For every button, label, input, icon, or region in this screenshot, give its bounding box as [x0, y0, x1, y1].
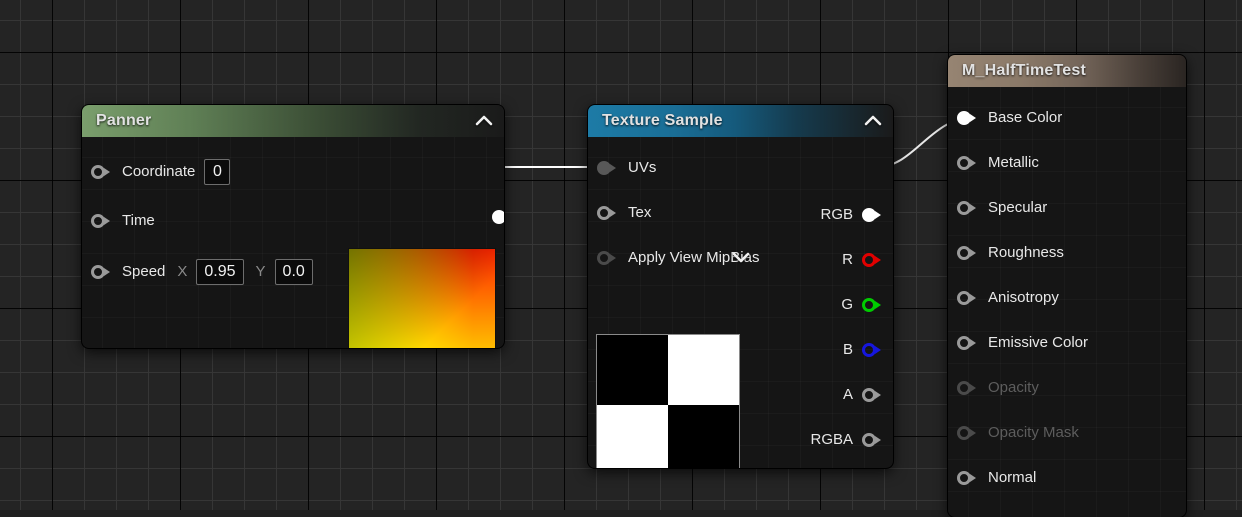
chevron-down-icon[interactable]	[731, 247, 751, 267]
pin-g[interactable]	[862, 297, 884, 313]
matout-input-specular[interactable]: Specular	[948, 193, 1186, 222]
pin-time[interactable]	[91, 213, 113, 229]
chevron-up-icon[interactable]	[863, 111, 883, 131]
speed-y-value-field[interactable]: 0.0	[274, 258, 313, 285]
matout-input-opacity-mask: Opacity Mask	[948, 418, 1186, 447]
pin-anisotropy[interactable]	[957, 290, 979, 306]
texsample-output-g[interactable]: G	[841, 290, 884, 319]
pin-roughness[interactable]	[957, 245, 979, 261]
label-tex: Tex	[628, 204, 652, 221]
texture-sample-expander[interactable]	[588, 246, 893, 268]
label-emissive-color: Emissive Color	[988, 334, 1089, 351]
pin-rgba[interactable]	[862, 432, 884, 448]
texsample-output-a[interactable]: A	[843, 380, 884, 409]
matout-input-opacity: Opacity	[948, 373, 1186, 402]
label-time: Time	[122, 212, 155, 229]
pin-opacity-mask	[957, 425, 979, 441]
label-base-color: Base Color	[988, 109, 1063, 126]
speed-x-axis-label: X	[177, 263, 188, 280]
panner-input-time[interactable]: Time	[82, 206, 504, 235]
pin-rgb[interactable]	[862, 207, 884, 223]
label-speed: Speed	[122, 263, 166, 280]
texsample-output-b[interactable]: B	[843, 335, 884, 364]
label-a: A	[842, 386, 853, 403]
label-normal: Normal	[988, 469, 1037, 486]
texture-sample-title: Texture Sample	[602, 112, 723, 129]
label-coordinate: Coordinate	[122, 163, 196, 180]
speed-y-axis-label: Y	[255, 263, 266, 280]
label-metallic: Metallic	[988, 154, 1039, 171]
pin-coordinate[interactable]	[91, 164, 113, 180]
pin-emissive-color[interactable]	[957, 335, 979, 351]
texsample-output-rgb[interactable]: RGB	[820, 200, 884, 229]
material-output-title: M_HalfTimeTest	[962, 62, 1087, 79]
texsample-output-rgba[interactable]: RGBA	[810, 425, 884, 454]
label-rgba: RGBA	[810, 431, 853, 448]
node-panner[interactable]: Panner Coordinate 0 Time Speed X 0.95 Y …	[82, 105, 504, 348]
material-output-body: Base Color Metallic Specular Roughness A…	[948, 103, 1186, 492]
chevron-up-icon[interactable]	[474, 111, 494, 131]
label-g: G	[841, 296, 853, 313]
pin-b[interactable]	[862, 342, 884, 358]
panner-gradient-preview	[348, 248, 496, 348]
label-uvs: UVs	[628, 159, 657, 176]
node-texture-sample[interactable]: Texture Sample UVs Tex Apply View MipBia…	[588, 105, 893, 468]
matout-input-normal[interactable]: Normal	[948, 463, 1186, 492]
pin-uvs[interactable]	[597, 160, 619, 176]
checker-cell-top-right	[668, 335, 739, 405]
matout-input-emissive-color[interactable]: Emissive Color	[948, 328, 1186, 357]
speed-x-value-field[interactable]: 0.95	[196, 258, 244, 285]
panner-header[interactable]: Panner	[82, 105, 504, 137]
label-b: B	[842, 341, 853, 358]
checker-cell-bottom-right	[668, 405, 739, 468]
panner-input-coordinate[interactable]: Coordinate 0	[82, 157, 504, 186]
node-material-output[interactable]: M_HalfTimeTest Base Color Metallic Specu…	[948, 55, 1186, 517]
label-opacity-mask: Opacity Mask	[988, 424, 1079, 441]
pin-tex[interactable]	[597, 205, 619, 221]
texture-sample-body: UVs Tex Apply View MipBias RGB R G B A R…	[588, 153, 893, 468]
coordinate-value-field[interactable]: 0	[204, 158, 231, 185]
matout-input-anisotropy[interactable]: Anisotropy	[948, 283, 1186, 312]
label-rgb: RGB	[820, 206, 853, 223]
pin-opacity	[957, 380, 979, 396]
pin-normal[interactable]	[957, 470, 979, 486]
matout-input-metallic[interactable]: Metallic	[948, 148, 1186, 177]
pin-a[interactable]	[862, 387, 884, 403]
label-roughness: Roughness	[988, 244, 1064, 261]
label-specular: Specular	[988, 199, 1048, 216]
texture-preview-checkerboard	[596, 334, 740, 468]
matout-input-base-color[interactable]: Base Color	[948, 103, 1186, 132]
texsample-input-uvs[interactable]: UVs	[588, 153, 893, 182]
texture-sample-header[interactable]: Texture Sample	[588, 105, 893, 137]
pin-specular[interactable]	[957, 200, 979, 216]
label-opacity: Opacity	[988, 379, 1039, 396]
label-anisotropy: Anisotropy	[988, 289, 1059, 306]
pin-metallic[interactable]	[957, 155, 979, 171]
pin-speed[interactable]	[91, 264, 113, 280]
checker-cell-bottom-left	[597, 405, 668, 468]
material-output-header[interactable]: M_HalfTimeTest	[948, 55, 1186, 87]
matout-input-roughness[interactable]: Roughness	[948, 238, 1186, 267]
panner-body: Coordinate 0 Time Speed X 0.95 Y 0.0	[82, 157, 504, 348]
panner-title: Panner	[96, 112, 152, 129]
checker-cell-top-left	[597, 335, 668, 405]
pin-base-color[interactable]	[957, 110, 979, 126]
